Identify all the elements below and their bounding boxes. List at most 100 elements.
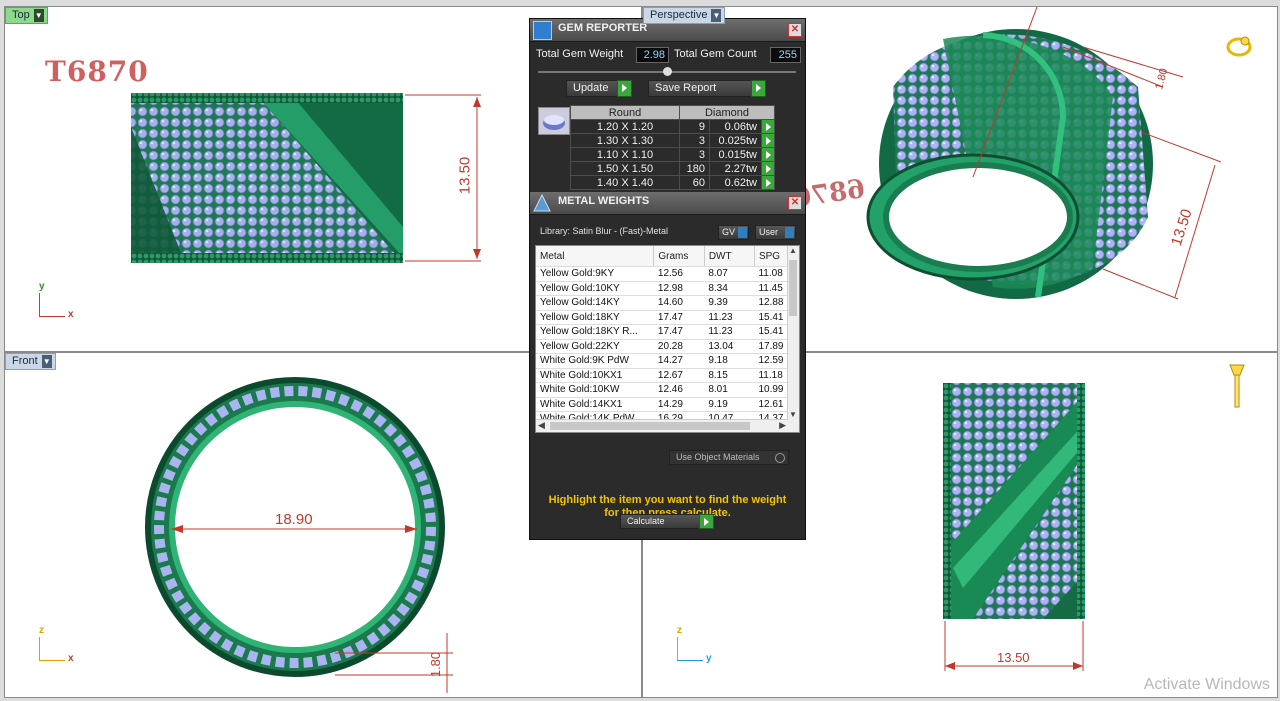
table-row[interactable]: Yellow Gold:22KY 20.28 13.04 17.89 <box>536 339 788 354</box>
gem-count: 3 <box>679 147 710 162</box>
metal-name: Yellow Gold:10KY <box>536 281 654 296</box>
spg: 17.89 <box>754 339 788 354</box>
scroll-thumb[interactable] <box>789 260 797 316</box>
grams: 12.56 <box>653 266 705 282</box>
user-label: User <box>759 227 779 237</box>
table-row[interactable]: White Gold:10KW 12.46 8.01 10.99 <box>536 382 788 398</box>
vertical-scrollbar[interactable]: ▲ ▼ <box>787 246 799 432</box>
scroll-down-icon[interactable]: ▼ <box>789 410 797 419</box>
metal-name: Yellow Gold:22KY <box>536 339 654 354</box>
gem-reporter-panel: GEM REPORTER ✕ Total Gem Weight 2.98 Tot… <box>529 18 806 540</box>
dwt: 11.23 <box>704 310 755 325</box>
axis-h-label: y <box>706 653 712 664</box>
calculate-button[interactable]: Calculate <box>620 514 714 529</box>
use-object-materials-toggle[interactable]: Use Object Materials <box>669 450 789 465</box>
play-icon[interactable] <box>761 161 775 176</box>
close-icon[interactable]: ✕ <box>788 23 802 37</box>
gem-weight: 0.62tw <box>708 175 763 190</box>
play-icon[interactable] <box>761 175 775 190</box>
user-toggle[interactable]: User <box>755 225 796 240</box>
play-icon <box>751 80 766 97</box>
dwt: 9.18 <box>704 353 755 369</box>
viewport-tab-front[interactable]: Front ▼ <box>5 353 56 370</box>
column-header[interactable]: DWT <box>704 246 755 267</box>
use-object-materials-label: Use Object Materials <box>676 452 760 462</box>
spg: 12.59 <box>754 353 788 369</box>
metal-weights-titlebar[interactable]: METAL WEIGHTS ✕ <box>530 192 805 215</box>
column-header[interactable]: SPG <box>754 246 789 267</box>
slider-knob[interactable] <box>663 67 672 76</box>
play-icon[interactable] <box>761 119 775 134</box>
scroll-up-icon[interactable]: ▲ <box>789 246 797 255</box>
dimension-label: 18.90 <box>275 511 313 528</box>
dimension-label: 13.50 <box>456 156 474 195</box>
play-icon <box>617 80 632 97</box>
gem-row[interactable]: 1.30 X 1.30 3 0.025tw <box>570 133 775 148</box>
update-label: Update <box>573 82 609 94</box>
metal-name: White Gold:9K PdW <box>536 353 654 369</box>
gem-weight: 0.06tw <box>708 119 763 134</box>
dwt: 8.34 <box>704 281 755 296</box>
table-row[interactable]: Yellow Gold:10KY 12.98 8.34 11.45 <box>536 281 788 296</box>
spg: 11.18 <box>754 368 788 383</box>
update-button[interactable]: Update <box>566 80 632 97</box>
column-header[interactable]: Metal <box>536 246 655 267</box>
axis-indicator: z y <box>675 625 720 665</box>
panel-title: GEM REPORTER <box>558 22 648 34</box>
chevron-down-icon[interactable]: ▼ <box>41 355 52 368</box>
metal-name: Yellow Gold:14KY <box>536 295 654 311</box>
table-row[interactable]: Yellow Gold:18KY 17.47 11.23 15.41 <box>536 310 788 325</box>
radio-icon[interactable] <box>775 453 785 463</box>
close-icon[interactable]: ✕ <box>788 196 802 210</box>
table-row[interactable]: Yellow Gold:14KY 14.60 9.39 12.88 <box>536 295 788 311</box>
axis-v-label: z <box>39 625 44 636</box>
scroll-thumb[interactable] <box>550 422 750 430</box>
chevron-down-icon[interactable]: ▼ <box>711 9 722 22</box>
gem-weight: 2.27tw <box>708 161 763 176</box>
dwt: 8.07 <box>704 266 755 282</box>
column-header[interactable]: Grams <box>653 246 705 267</box>
gem-row[interactable]: 1.40 X 1.40 60 0.62tw <box>570 175 775 190</box>
gem-row[interactable]: 1.50 X 1.50 180 2.27tw <box>570 161 775 176</box>
table-row[interactable]: Yellow Gold:18KY R... 17.47 11.23 15.41 <box>536 324 788 340</box>
gem-row[interactable]: 1.20 X 1.20 9 0.06tw <box>570 119 775 134</box>
table-row[interactable]: White Gold:14KX1 14.29 9.19 12.61 <box>536 397 788 412</box>
scroll-left-icon[interactable]: ◀ <box>538 420 545 431</box>
save-report-button[interactable]: Save Report <box>648 80 766 97</box>
viewport-tab-top[interactable]: Top ▼ <box>5 7 48 24</box>
gem-reporter-icon <box>533 21 552 40</box>
grams: 14.60 <box>653 295 705 311</box>
probe-tool-icon[interactable] <box>1228 361 1246 411</box>
axis-v-label: y <box>39 281 45 292</box>
chevron-down-icon[interactable]: ▼ <box>33 9 44 22</box>
grams: 12.67 <box>653 368 705 383</box>
total-count-label: Total Gem Count <box>674 48 757 60</box>
ring-tool-icon[interactable] <box>1225 35 1253 59</box>
dwt: 11.23 <box>704 324 755 340</box>
metal-name: Yellow Gold:9KY <box>536 266 654 282</box>
total-count-value: 255 <box>770 47 801 63</box>
play-icon[interactable] <box>761 133 775 148</box>
library-label: Library: Satin Blur - (Fast)-Metal <box>540 226 669 236</box>
table-row[interactable]: Yellow Gold:9KY 12.56 8.07 11.08 <box>536 266 788 282</box>
metal-weights-table[interactable]: Metal Grams DWT SPG Yellow Gold:9KY 12.56… <box>535 245 800 433</box>
viewport-tab-label: Perspective <box>650 9 708 21</box>
spg: 12.61 <box>754 397 788 412</box>
viewport-tab-label: Front <box>12 355 38 367</box>
play-icon[interactable] <box>761 147 775 162</box>
dwt: 8.01 <box>704 382 755 398</box>
axis-indicator: y x <box>37 281 82 321</box>
shape-header: Round <box>570 105 680 120</box>
spg: 12.88 <box>754 295 788 311</box>
gem-row[interactable]: 1.10 X 1.10 3 0.015tw <box>570 147 775 162</box>
table-row[interactable]: White Gold:10KX1 12.67 8.15 11.18 <box>536 368 788 383</box>
panel-slider[interactable] <box>538 67 796 76</box>
horizontal-scrollbar[interactable]: ◀ ▶ <box>536 419 788 432</box>
gv-toggle[interactable]: GV <box>718 225 749 240</box>
scroll-right-icon[interactable]: ▶ <box>779 420 786 431</box>
table-row[interactable]: White Gold:9K PdW 14.27 9.18 12.59 <box>536 353 788 369</box>
viewport-tab-perspective[interactable]: Perspective ▼ <box>643 7 726 24</box>
spg: 11.45 <box>754 281 788 296</box>
gem-size: 1.10 X 1.10 <box>570 147 680 162</box>
dwt: 9.39 <box>704 295 755 311</box>
